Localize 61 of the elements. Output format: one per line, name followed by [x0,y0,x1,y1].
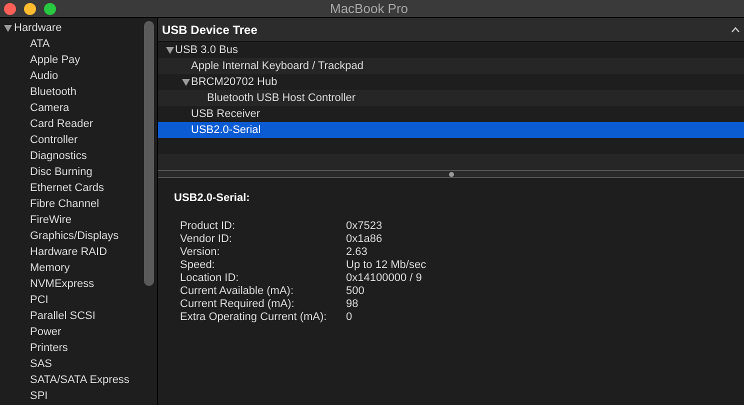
property-label: Current Required (mA): [180,296,296,312]
sidebar-item[interactable]: Hardware [14,20,62,36]
section-title: USB Device Tree [162,22,258,38]
sidebar-item[interactable]: FireWire [30,212,72,228]
zoom-button[interactable] [44,2,56,14]
disclosure-triangle-icon[interactable] [4,24,12,32]
disclosure-triangle-icon[interactable] [182,78,190,86]
sidebar-item[interactable]: Controller [30,132,78,148]
minimize-button[interactable] [24,2,36,14]
sidebar-item[interactable]: SATA/SATA Express [30,372,130,388]
sidebar-item[interactable]: Memory [30,260,70,276]
tree-item-label: USB2.0-Serial [191,122,261,138]
sidebar-item[interactable]: SAS [30,356,52,372]
sidebar-item[interactable]: Diagnostics [30,148,87,164]
property-label: Extra Operating Current (mA): [180,310,328,325]
sidebar-item[interactable]: Hardware RAID [30,244,108,260]
disclosure-triangle-icon[interactable] [166,46,174,54]
sidebar-item[interactable]: Disc Burning [30,164,92,180]
property-value: Up to 12 Mb/sec [346,258,426,273]
property-value: 0x14100000 / 9 [346,270,422,286]
property-value: 98 [346,296,358,312]
sidebar-item[interactable]: Card Reader [30,116,93,132]
property-value: 0x7523 [346,218,382,234]
property-value: 0 [346,310,352,325]
collapse-chevron-icon[interactable] [731,26,740,32]
property-label: Location ID: [180,270,240,286]
sidebar-item[interactable]: Audio [30,68,58,84]
scrollbar[interactable] [144,21,154,286]
sidebar-item[interactable]: Printers [30,340,68,356]
property-value: 0x1a86 [346,232,382,247]
property-value: 2.63 [346,244,368,260]
sidebar-item[interactable]: SPI [30,388,48,404]
property-label: Product ID: [180,218,236,234]
close-button[interactable] [4,2,16,14]
tree-item-label: USB 3.0 Bus [175,42,238,58]
sidebar-item[interactable]: Apple Pay [30,52,80,68]
sidebar-item[interactable]: ATA [30,36,50,52]
property-label: Vendor ID: [180,232,233,247]
property-label: Version: [180,244,221,260]
window-title: MacBook Pro [330,0,408,18]
tree-row[interactable]: USB2.0-Serial [158,122,744,138]
tree-row[interactable]: Bluetooth USB Host Controller [158,90,744,106]
sidebar-item[interactable]: PCI [30,292,48,308]
tree-item-label: Apple Internal Keyboard / Trackpad [191,58,364,74]
tree-item-label: USB Receiver [191,106,260,122]
sidebar-item[interactable]: Power [30,324,62,340]
drag-handle-icon[interactable] [448,172,454,176]
tree-row[interactable]: Apple Internal Keyboard / Trackpad [158,58,744,74]
property-value: 500 [346,284,364,299]
sidebar-item[interactable]: Bluetooth [30,84,76,100]
sidebar-item[interactable]: Camera [30,100,70,116]
tree-item-label: BRCM20702 Hub [191,74,278,90]
sidebar-item[interactable]: Ethernet Cards [30,180,104,196]
property-label: Speed: [180,258,216,273]
details-title: USB2.0-Serial: [174,191,251,206]
tree-item-label: Bluetooth USB Host Controller [207,90,356,106]
sidebar-item[interactable]: Parallel SCSI [30,308,96,324]
sidebar-item[interactable]: Fibre Channel [30,196,100,212]
sidebar-item[interactable]: Graphics/Displays [30,228,119,244]
sidebar-item[interactable]: NVMExpress [30,276,94,292]
property-label: Current Available (mA): [180,284,295,299]
